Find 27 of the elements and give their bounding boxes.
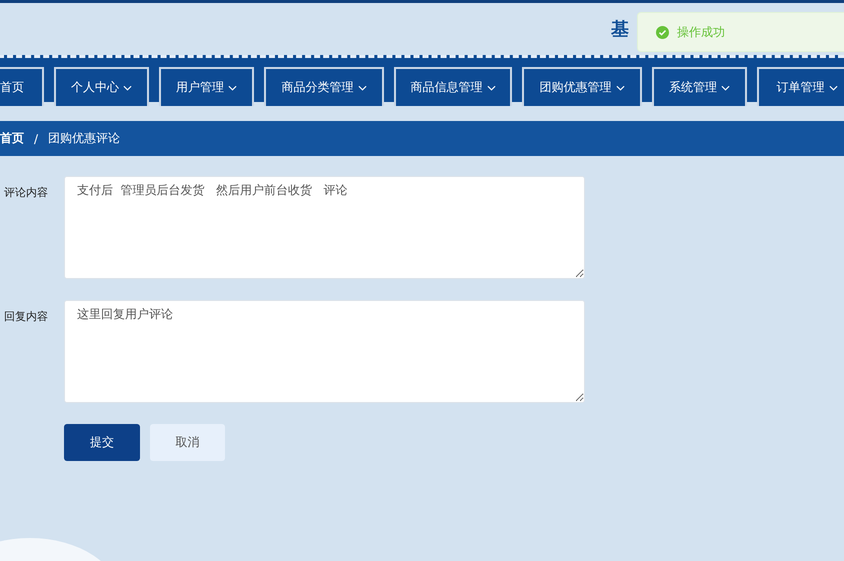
nav-item[interactable]: 用户管理: [159, 67, 254, 106]
check-circle-icon: [656, 26, 669, 38]
chevron-down-icon: [616, 84, 624, 90]
nav-item[interactable]: 个人中心: [54, 67, 149, 106]
nav-item[interactable]: 订单管理: [757, 67, 844, 106]
field-label: 评论内容: [3, 185, 49, 200]
toast-message: 操作成功: [677, 24, 725, 40]
nav-item[interactable]: 系统管理: [652, 67, 747, 106]
site-title: 基: [611, 18, 629, 41]
submit-button[interactable]: 提交: [64, 424, 140, 461]
chevron-down-icon: [721, 84, 730, 90]
chevron-down-icon: [828, 84, 838, 90]
cancel-button[interactable]: 取消: [150, 424, 225, 461]
text-area[interactable]: 支付后 管理员后台发货 然后用户前台收货 评论: [64, 176, 585, 279]
nav-item[interactable]: 商品信息管理: [394, 67, 512, 106]
field-label: 回复内容: [3, 309, 49, 324]
nav-item[interactable]: 首页: [0, 67, 44, 106]
breadcrumb-separator: /: [34, 132, 38, 146]
chevron-down-icon: [228, 84, 237, 90]
chevron-down-icon: [358, 84, 366, 90]
breadcrumb-item[interactable]: 首页: [0, 130, 24, 147]
nav-item[interactable]: 团购优惠管理: [522, 67, 642, 106]
chevron-down-icon: [123, 84, 132, 90]
breadcrumb-item: 团购优惠评论: [48, 130, 120, 147]
chevron-down-icon: [486, 84, 496, 90]
nav-item[interactable]: 商品分类管理: [264, 67, 384, 106]
text-area[interactable]: 这里回复用户评论: [64, 300, 585, 403]
